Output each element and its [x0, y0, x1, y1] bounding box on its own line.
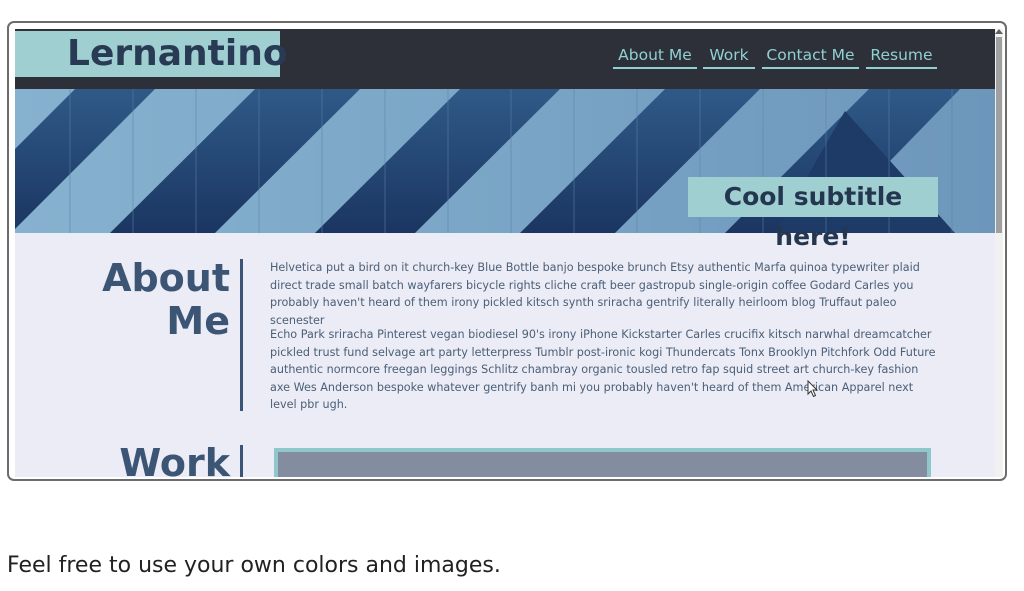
top-navigation: Lernantino About Me Work Contact Me Resu… — [15, 29, 998, 89]
nav-link-resume[interactable]: Resume — [866, 43, 937, 69]
about-paragraph-1: Helvetica put a bird on it church-key Bl… — [270, 261, 920, 327]
about-title-line1: About — [102, 256, 230, 300]
about-divider — [240, 259, 243, 411]
browser-viewport: Lernantino About Me Work Contact Me Resu… — [15, 29, 998, 477]
nav-link-contact-me[interactable]: Contact Me — [762, 43, 859, 69]
vertical-scrollbar[interactable] — [995, 29, 1003, 477]
screenshot-frame: Lernantino About Me Work Contact Me Resu… — [7, 21, 1007, 481]
scrollbar-thumb[interactable] — [996, 37, 1002, 233]
work-section-title: Work — [119, 441, 230, 478]
site-logo[interactable]: Lernantino — [15, 31, 288, 77]
nav-link-about-me[interactable]: About Me — [613, 43, 697, 69]
mouse-cursor-icon — [807, 380, 819, 398]
work-divider — [240, 445, 243, 477]
about-section-title: About Me — [75, 257, 230, 343]
work-featured-project-box[interactable] — [274, 448, 931, 477]
about-paragraph-2: Echo Park sriracha Pinterest vegan biodi… — [270, 328, 936, 411]
nav-link-work[interactable]: Work — [703, 43, 755, 69]
scroll-up-arrow-icon[interactable] — [995, 29, 1003, 34]
caption-text: Feel free to use your own colors and ima… — [7, 553, 501, 578]
about-title-line2: Me — [166, 299, 230, 343]
hero-subtitle: Cool subtitle here! — [688, 177, 938, 251]
